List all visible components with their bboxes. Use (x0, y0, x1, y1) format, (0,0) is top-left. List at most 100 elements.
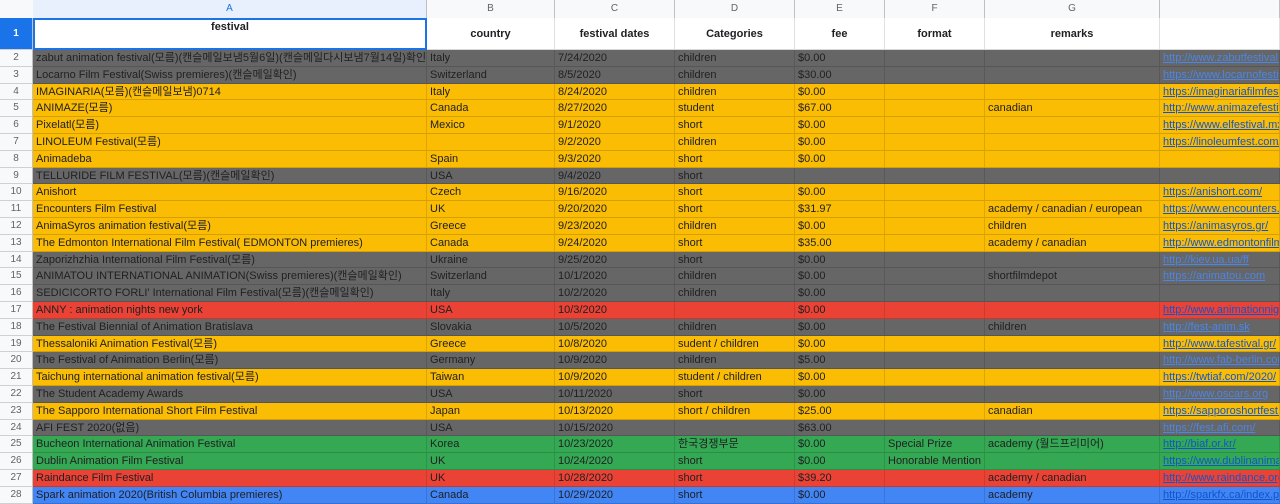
table-cell[interactable]: $0.00 (795, 335, 885, 353)
table-cell[interactable] (885, 134, 985, 151)
table-cell[interactable]: children (675, 352, 795, 370)
table-cell[interactable] (985, 335, 1160, 353)
table-cell[interactable] (885, 234, 985, 252)
table-cell[interactable]: $0.00 (795, 369, 885, 386)
table-cell[interactable]: ANIMATOU INTERNATIONAL ANIMATION(Swiss p… (33, 268, 427, 286)
table-cell[interactable]: 9/20/2020 (555, 201, 675, 218)
url-link[interactable]: http://fest-anim.sk (1163, 321, 1250, 333)
table-cell[interactable] (985, 50, 1160, 67)
table-cell[interactable]: 9/4/2020 (555, 167, 675, 185)
row-number[interactable]: 1 (0, 18, 33, 50)
row-number[interactable]: 4 (0, 83, 33, 101)
table-cell[interactable]: $31.97 (795, 201, 885, 218)
table-cell[interactable]: academy / canadian / european (985, 201, 1160, 218)
row-number[interactable]: 20 (0, 352, 33, 370)
header-cell-categories[interactable]: Categories (675, 18, 795, 50)
table-cell[interactable]: Anishort (33, 184, 427, 202)
table-cell[interactable]: Ukraine (427, 251, 555, 269)
table-cell[interactable]: student (675, 100, 795, 118)
column-letter-a[interactable]: A (33, 0, 427, 18)
url-link[interactable]: https://www.dublinanimationfest (1163, 455, 1279, 467)
link-cell[interactable]: http://www.fab-berlin.com (1160, 352, 1280, 370)
table-cell[interactable] (985, 167, 1160, 185)
table-cell[interactable]: short / children (675, 402, 795, 420)
link-cell[interactable]: https://animasyros.gr/ (1160, 218, 1280, 235)
row-number[interactable]: 6 (0, 117, 33, 134)
row-number[interactable]: 16 (0, 285, 33, 302)
table-cell[interactable]: $0.00 (795, 134, 885, 151)
link-cell[interactable] (1160, 285, 1280, 302)
table-cell[interactable]: USA (427, 386, 555, 403)
table-cell[interactable]: SEDICICORTO FORLI' International Film Fe… (33, 285, 427, 302)
header-cell-festival[interactable]: festival (33, 18, 427, 50)
table-cell[interactable]: children (675, 66, 795, 84)
table-cell[interactable] (885, 83, 985, 101)
table-cell[interactable]: $0.00 (795, 50, 885, 67)
table-cell[interactable]: Canada (427, 234, 555, 252)
table-cell[interactable]: 10/24/2020 (555, 453, 675, 470)
table-cell[interactable]: sudent / children (675, 335, 795, 353)
table-cell[interactable]: Raindance Film Festival (33, 470, 427, 487)
row-number[interactable]: 27 (0, 470, 33, 487)
table-cell[interactable]: children (985, 218, 1160, 235)
table-cell[interactable]: shortfilmdepot (985, 268, 1160, 286)
table-cell[interactable]: 10/28/2020 (555, 470, 675, 487)
table-cell[interactable]: Canada (427, 486, 555, 504)
url-link[interactable]: https://www.elfestival.mx/ (1163, 119, 1279, 131)
table-cell[interactable]: 10/23/2020 (555, 436, 675, 454)
table-cell[interactable]: 10/11/2020 (555, 386, 675, 403)
table-cell[interactable]: 9/23/2020 (555, 218, 675, 235)
table-cell[interactable]: children (675, 218, 795, 235)
row-number[interactable]: 25 (0, 436, 33, 454)
table-cell[interactable]: 10/3/2020 (555, 302, 675, 319)
table-cell[interactable]: $0.00 (795, 318, 885, 336)
row-number[interactable]: 26 (0, 453, 33, 470)
table-cell[interactable]: 9/25/2020 (555, 251, 675, 269)
table-cell[interactable]: Korea (427, 436, 555, 454)
url-link[interactable]: http://www.oscars.org (1163, 388, 1268, 400)
link-cell[interactable] (1160, 167, 1280, 185)
table-cell[interactable]: 10/8/2020 (555, 335, 675, 353)
table-cell[interactable]: IMAGINARIA(모름)(캔슬메일보냄)0714 (33, 83, 427, 101)
table-cell[interactable]: children (675, 285, 795, 302)
url-link[interactable]: http://www.edmontonfilmfest.com (1163, 237, 1279, 249)
table-cell[interactable]: 9/16/2020 (555, 184, 675, 202)
row-number[interactable]: 24 (0, 419, 33, 437)
link-cell[interactable]: https://sapporoshortfest.jp (1160, 402, 1280, 420)
table-cell[interactable]: academy (985, 486, 1160, 504)
row-number[interactable]: 11 (0, 201, 33, 218)
row-number[interactable]: 10 (0, 184, 33, 202)
table-cell[interactable]: $0.00 (795, 486, 885, 504)
table-cell[interactable]: short (675, 117, 795, 134)
link-cell[interactable]: http://sparkfx.ca/index.php (1160, 486, 1280, 504)
table-cell[interactable]: Taichung international animation festiva… (33, 369, 427, 386)
link-cell[interactable]: http://www.oscars.org (1160, 386, 1280, 403)
link-cell[interactable]: https://www.locarnofestival.ch (1160, 66, 1280, 84)
link-cell[interactable]: http://www.animationnights.com (1160, 302, 1280, 319)
table-cell[interactable] (985, 134, 1160, 151)
table-cell[interactable]: 8/27/2020 (555, 100, 675, 118)
table-cell[interactable] (985, 117, 1160, 134)
table-cell[interactable]: 10/2/2020 (555, 285, 675, 302)
table-cell[interactable]: $0.00 (795, 453, 885, 470)
table-cell[interactable] (985, 66, 1160, 84)
link-cell[interactable]: http://www.zabutfestival.it (1160, 50, 1280, 67)
link-cell[interactable]: https://twtiaf.com/2020/ (1160, 369, 1280, 386)
table-cell[interactable] (985, 386, 1160, 403)
table-cell[interactable]: canadian (985, 100, 1160, 118)
table-cell[interactable]: 9/3/2020 (555, 150, 675, 168)
table-cell[interactable] (885, 117, 985, 134)
table-cell[interactable]: 10/15/2020 (555, 419, 675, 437)
url-link[interactable]: https://linoleumfest.com/en (1163, 136, 1279, 148)
url-link[interactable]: http://www.zabutfestival.it (1163, 52, 1279, 64)
table-cell[interactable]: short (675, 470, 795, 487)
row-number[interactable]: 22 (0, 386, 33, 403)
table-cell[interactable]: short (675, 486, 795, 504)
table-cell[interactable]: $30.00 (795, 66, 885, 84)
url-link[interactable]: https://anishort.com/ (1163, 186, 1262, 198)
link-cell[interactable]: https://animatou.com (1160, 268, 1280, 286)
table-cell[interactable]: short (675, 201, 795, 218)
table-cell[interactable]: 8/24/2020 (555, 83, 675, 101)
table-cell[interactable]: LINOLEUM Festival(모름) (33, 134, 427, 151)
table-cell[interactable] (885, 419, 985, 437)
